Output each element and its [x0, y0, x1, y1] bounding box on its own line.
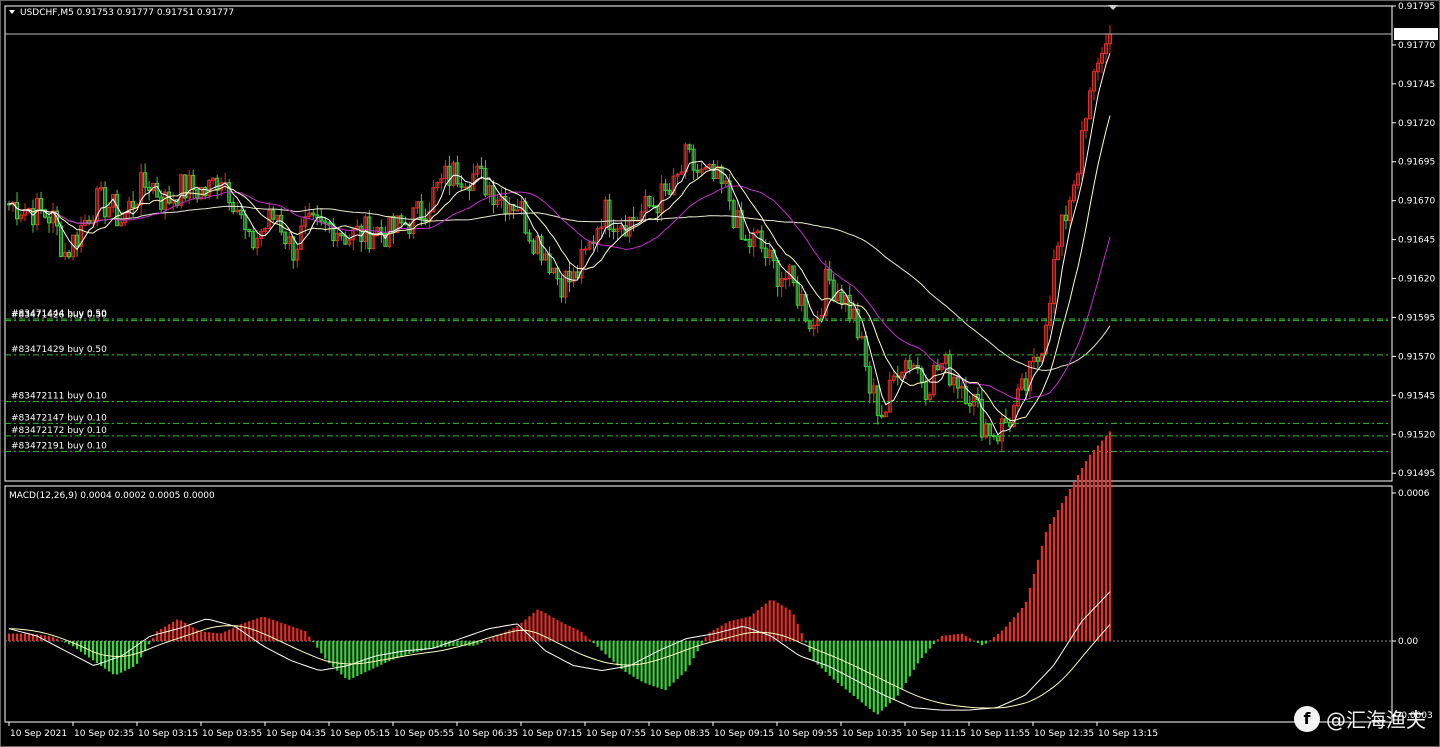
time-tick-label: 10 Sep 10:35: [842, 729, 902, 739]
macd-tick-label: 0.0006: [1398, 489, 1430, 499]
order-label: #83471426 buy 0.50: [11, 311, 107, 321]
price-tick-label: 0.91770: [1398, 41, 1435, 51]
candle-body: [583, 248, 588, 251]
order-label: #83472191 buy 0.10: [11, 441, 107, 451]
order-label: #83472172 buy 0.10: [11, 426, 107, 436]
price-tick-label: 0.91495: [1398, 469, 1435, 479]
time-tick-label: 10 Sep 05:55: [394, 729, 454, 739]
current-price-label: 0.91777: [1396, 30, 1433, 40]
macd-header: MACD(12,26,9) 0.0004 0.0002 0.0005 0.000…: [9, 491, 215, 501]
order-label: #83472147 buy 0.10: [11, 413, 107, 423]
ma-fast-line: [8, 53, 1111, 436]
main-pane-frame: [4, 5, 1393, 482]
price-tick-label: 0.91670: [1398, 197, 1435, 207]
symbol-header: USDCHF,M5 0.91753 0.91777 0.91751 0.9177…: [20, 8, 234, 18]
candle-body: [783, 278, 788, 281]
time-tick-label: 10 Sep 09:15: [714, 729, 774, 739]
time-tick-label: 10 Sep 2021: [10, 729, 67, 739]
price-tick-label: 0.91795: [1398, 2, 1435, 12]
time-tick-label: 10 Sep 03:15: [138, 729, 198, 739]
time-tick-label: 10 Sep 13:15: [1098, 729, 1158, 739]
candle-body: [743, 238, 748, 241]
chart-svg: 0.91795 0.91770 0.91745 0.91720 0.91695 0.916…: [0, 0, 1440, 747]
candle-body: [463, 186, 468, 189]
watermark-logo-icon: f: [1294, 705, 1320, 732]
ma-slow-line: [8, 202, 1111, 371]
time-tick-label: 10 Sep 08:35: [650, 729, 710, 739]
price-tick-label: 0.91595: [1398, 313, 1435, 323]
trading-chart[interactable]: 0.91795 0.91770 0.91745 0.91720 0.91695 0.916…: [0, 0, 1440, 747]
time-tick-label: 10 Sep 04:35: [266, 729, 326, 739]
time-tick-label: 10 Sep 05:15: [330, 729, 390, 739]
price-tick-label: 0.91545: [1398, 391, 1435, 401]
order-label: #83471429 buy 0.50: [11, 345, 107, 355]
price-tick-label: 0.91720: [1398, 119, 1435, 129]
time-tick-label: 10 Sep 03:55: [202, 729, 262, 739]
price-tick-label: 0.91745: [1398, 80, 1435, 90]
time-tick-label: 10 Sep 11:55: [970, 729, 1030, 739]
price-tick-label: 0.91645: [1398, 236, 1435, 246]
price-tick-label: 0.91520: [1398, 430, 1435, 440]
dropdown-triangle-icon: [9, 10, 15, 14]
macd-pane-frame: [4, 485, 1393, 723]
price-tick-label: 0.91620: [1398, 275, 1435, 285]
time-tick-label: 10 Sep 09:55: [778, 729, 838, 739]
price-tick-label: 0.91695: [1398, 158, 1435, 168]
candle-body: [651, 205, 656, 208]
ma-mid-line: [8, 115, 1111, 422]
shift-marker-icon: [1108, 5, 1118, 10]
order-label: #83472111 buy 0.10: [11, 392, 107, 402]
time-tick-label: 10 Sep 06:35: [458, 729, 518, 739]
watermark-text: @汇海渔夫: [1326, 708, 1426, 732]
candle-body: [515, 209, 520, 212]
price-tick-label: 0.91570: [1398, 352, 1435, 362]
time-tick-label: 10 Sep 02:35: [74, 729, 134, 739]
macd-main-line: [8, 591, 1111, 711]
watermark: f @汇海渔夫: [1294, 704, 1426, 733]
time-tick-label: 10 Sep 11:15: [906, 729, 966, 739]
time-tick-label: 10 Sep 12:35: [1034, 729, 1094, 739]
macd-tick-label: 0.00: [1398, 637, 1418, 647]
time-tick-label: 10 Sep 07:15: [522, 729, 582, 739]
time-tick-label: 10 Sep 07:55: [586, 729, 646, 739]
